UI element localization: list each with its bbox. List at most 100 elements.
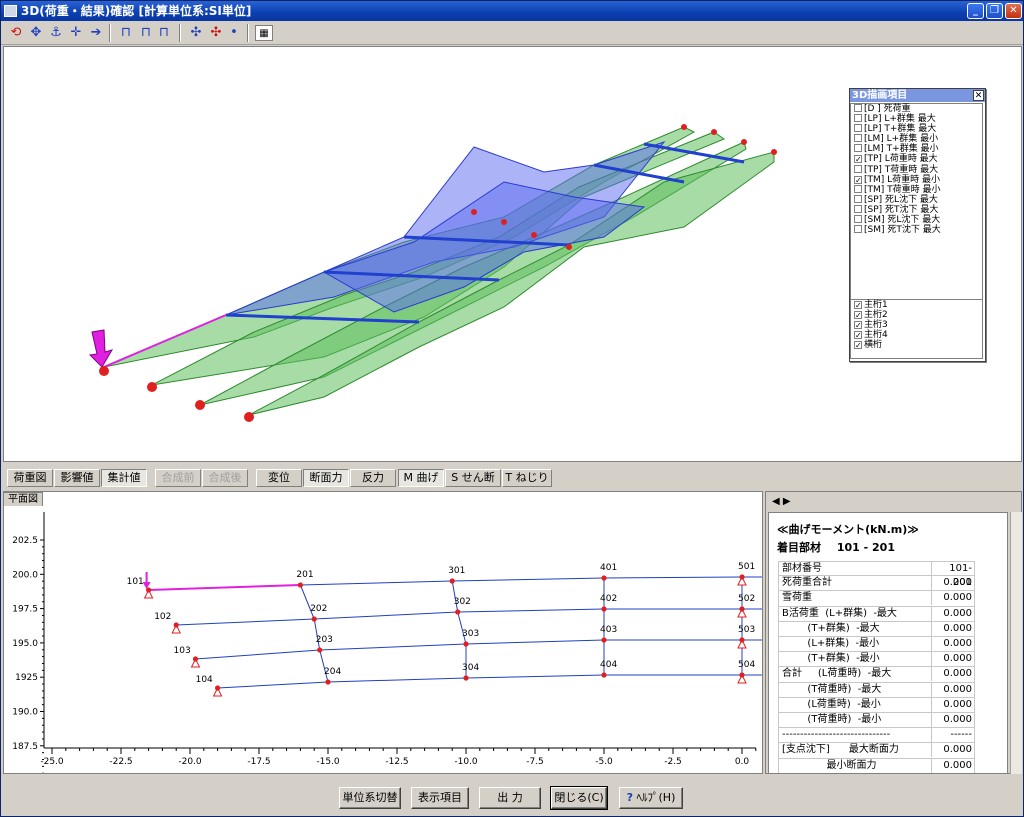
panel-item-label: [SM] 死T沈下 最大 <box>864 225 941 236</box>
3d-view[interactable]: 3D描画項目 ✕ [D ] 死荷重 [LP] L+群集 最大 [LP] T+群集 最… <box>3 46 1022 462</box>
tab-t-torsion[interactable]: T ねじり <box>502 469 552 487</box>
checkbox[interactable]: ✓ <box>854 175 862 184</box>
panel-item[interactable]: ✓ 横桁 <box>851 340 982 350</box>
main-girder-segment <box>327 677 467 683</box>
panel-item[interactable]: [LM] L+群集 最小 <box>851 134 982 144</box>
bridge-view-1-icon[interactable]: ⊓ <box>117 25 135 41</box>
anchor-icon[interactable]: ⚓ <box>47 25 65 41</box>
pan-icon[interactable]: ✣ <box>187 25 205 41</box>
panel-item[interactable]: ✓ [TM] L荷重時 最小 <box>851 175 982 185</box>
checkbox[interactable]: ✓ <box>854 321 862 330</box>
minimize-button[interactable]: _ <box>967 3 984 19</box>
node-label: 503 <box>738 625 755 635</box>
panel-item[interactable]: ✓ [TP] L荷重時 最大 <box>851 154 982 164</box>
arrow-icon[interactable]: ➔ <box>87 25 105 41</box>
node-label: 201 <box>296 570 313 580</box>
row-value: ------ <box>931 728 975 743</box>
panel-item-label: [D ] 死荷重 <box>864 104 911 114</box>
bridge-view-2-icon[interactable]: ⊓ <box>137 25 155 41</box>
checkbox[interactable]: ✓ <box>854 301 862 310</box>
node-label: 402 <box>600 594 617 604</box>
results-sheet: ≪曲げモーメント(kN.m)≫ 着目部材 101 - 201 部材番号 101-2… <box>768 512 1008 774</box>
checkbox[interactable] <box>854 184 862 193</box>
panel-item[interactable]: [SP] 死T沈下 最大 <box>851 204 982 215</box>
row-label: (T荷重時) -最大 <box>782 683 882 695</box>
calculator-icon[interactable]: ▦ <box>255 25 273 41</box>
checkbox[interactable] <box>854 204 862 213</box>
title-bar[interactable]: 3D(荷重・結果)確認 [計算単位系:SI単位] _ ❐ ✕ <box>1 1 1023 21</box>
panel-item[interactable]: ✓ 主桁3 <box>851 320 982 330</box>
tab-displacement[interactable]: 変位 <box>256 469 302 487</box>
tab-influence[interactable]: 影響値 <box>54 469 100 487</box>
bridge-view-3-icon[interactable]: ⊓ <box>155 25 173 41</box>
panel-item[interactable]: ✓ 主桁4 <box>851 330 982 340</box>
checkbox[interactable] <box>854 194 862 203</box>
panel-item[interactable]: [SM] 死L沈下 最大 <box>851 215 982 225</box>
tab-section-force[interactable]: 断面力 <box>303 469 349 487</box>
help-button[interactable]: ? ﾍﾙﾌﾟ(H) <box>619 787 683 809</box>
panel-item[interactable]: [SP] 死L沈下 最大 <box>851 194 982 205</box>
point-icon[interactable]: • <box>225 25 243 41</box>
load-case-list[interactable]: [D ] 死荷重 [LP] L+群集 最大 [LP] T+群集 最大 [LM] L+群… <box>850 103 983 300</box>
results-scrollbar[interactable] <box>1010 512 1022 774</box>
tab-m-bending[interactable]: M 曲げ <box>398 469 444 487</box>
checkbox[interactable] <box>854 134 862 143</box>
row-label: 部材番号 <box>782 563 822 574</box>
window-title: 3D(荷重・結果)確認 [計算単位系:SI単位] <box>21 4 252 18</box>
plan-view-tab[interactable]: 平面図 <box>3 492 43 506</box>
close-window-button[interactable]: ✕ <box>1005 3 1022 19</box>
checkbox[interactable] <box>854 215 862 224</box>
unit-switch-button[interactable]: 単位系切替 <box>339 787 401 809</box>
y-tick-label: 202.5 <box>12 536 38 546</box>
checkbox[interactable] <box>854 164 862 173</box>
panel-close-button[interactable]: ✕ <box>973 90 984 101</box>
panel-item[interactable]: [TP] T荷重時 最大 <box>851 164 982 175</box>
row-value: 101-201 <box>931 562 975 588</box>
move-icon[interactable]: ✛ <box>67 25 85 41</box>
display-items-button[interactable]: 表示項目 <box>411 787 469 809</box>
member-list[interactable]: ✓ 主桁1 ✓ 主桁2 ✓ 主桁3 ✓ 主桁4 ✓ 横桁 <box>850 299 983 359</box>
checkbox[interactable]: ✓ <box>854 311 862 320</box>
panel-title: 3D描画項目 <box>852 90 908 101</box>
output-button[interactable]: 出 力 <box>479 787 541 809</box>
panel-item[interactable]: [LP] T+群集 最大 <box>851 124 982 134</box>
checkbox[interactable]: ✓ <box>854 331 862 340</box>
panel-item[interactable]: ✓ 主桁2 <box>851 310 982 320</box>
tab-combine-before[interactable]: 合成前 <box>155 469 201 487</box>
rotate-icon[interactable]: ⟲ <box>7 25 25 41</box>
checkbox[interactable] <box>854 225 862 234</box>
checkbox[interactable] <box>854 104 862 112</box>
tab-load-diagram[interactable]: 荷重図 <box>7 469 53 487</box>
pane-nav-arrows[interactable]: ◀ ▶ <box>772 496 791 507</box>
tab-s-shear[interactable]: S せん断 <box>445 469 501 487</box>
tab-combine-after[interactable]: 合成後 <box>202 469 248 487</box>
checkbox[interactable] <box>854 124 862 133</box>
panel-item[interactable]: [SM] 死T沈下 最大 <box>851 225 982 235</box>
tab-summary[interactable]: 集計値 <box>101 469 147 487</box>
support-node <box>244 412 254 422</box>
x-tick-label: 0.0 <box>735 757 750 767</box>
panel-item[interactable]: ✓ 主桁1 <box>851 300 982 310</box>
table-row: 雪荷重 0.000 <box>778 591 975 607</box>
node-label: 304 <box>462 663 479 673</box>
plan-view[interactable]: 202.5 200.0 197.5 195.0 1925 190.0 187.5 -25.0… <box>3 491 1024 774</box>
node-label: 203 <box>316 635 333 645</box>
checkbox[interactable]: ✓ <box>854 155 862 164</box>
plan-node <box>146 587 152 593</box>
checkbox[interactable] <box>854 114 862 123</box>
maximize-button[interactable]: ❐ <box>986 3 1003 19</box>
tab-reaction[interactable]: 反力 <box>350 469 396 487</box>
checkbox[interactable]: ✓ <box>854 341 862 350</box>
help-icon: ? <box>626 791 634 804</box>
panel-item[interactable]: [TM] T荷重時 最小 <box>851 184 982 195</box>
panel-header[interactable]: 3D描画項目 ✕ <box>850 89 985 102</box>
zoom-icon[interactable]: ✣ <box>207 25 225 41</box>
plan-node <box>297 582 303 588</box>
panel-item[interactable]: [LP] L+群集 最大 <box>851 114 982 124</box>
rotate-alt-icon[interactable]: ✥ <box>27 25 45 41</box>
close-button[interactable]: 閉じる(C) <box>550 786 608 810</box>
panel-item[interactable]: [LM] T+群集 最小 <box>851 144 982 154</box>
panel-item[interactable]: [D ] 死荷重 <box>851 104 982 114</box>
checkbox[interactable] <box>854 144 862 153</box>
table-row: 部材番号 101-201 <box>778 561 975 588</box>
